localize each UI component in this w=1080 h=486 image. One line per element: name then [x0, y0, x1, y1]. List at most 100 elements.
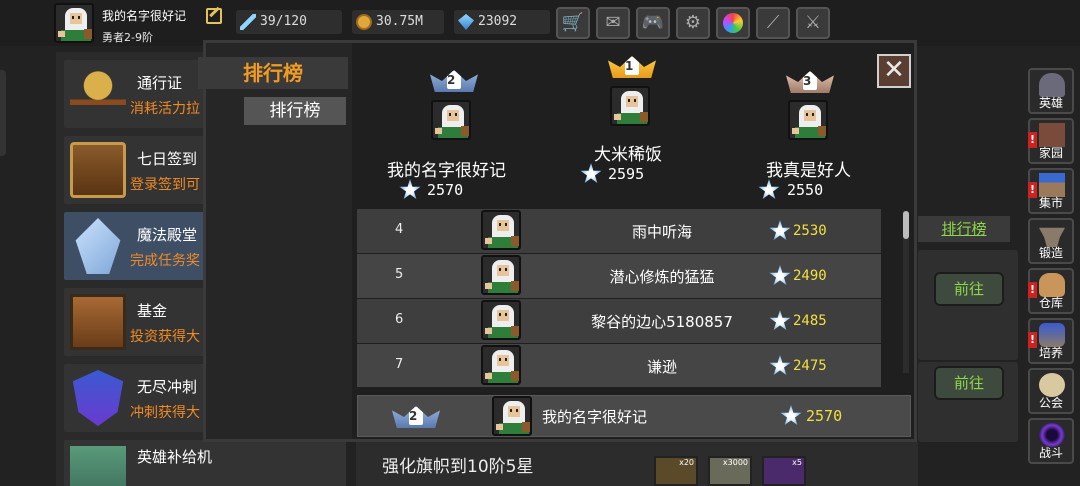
- side-menu-guild[interactable]: 公会: [1028, 368, 1074, 414]
- podium-score-2: 2570: [427, 181, 464, 199]
- color-wheel-button[interactable]: [716, 7, 750, 39]
- ranking-list[interactable]: 4 雨中听海 2530 5 潜心修炼的猛猛 2490 6 黎谷的边心518085…: [357, 209, 881, 387]
- shop-button[interactable]: 🛒: [556, 7, 590, 39]
- side-menu-forge[interactable]: 锻造: [1028, 218, 1074, 264]
- activity-desc: 消耗活力拉: [130, 101, 200, 117]
- chalice-icon: [70, 66, 126, 122]
- side-menu-label: 英雄: [1038, 96, 1063, 110]
- activity-item-supply[interactable]: 英雄补给机: [64, 440, 346, 486]
- my-score: 2570: [806, 407, 843, 425]
- close-icon: ✕: [883, 55, 905, 85]
- row-rank: 5: [395, 267, 404, 282]
- crossed-swords-icon: ⚔: [804, 12, 822, 33]
- rank-2-crown-icon: 2: [430, 70, 478, 92]
- ranking-row[interactable]: 5 潜心修炼的猛猛 2490: [357, 254, 881, 298]
- gold-stat: 30.75M: [352, 10, 444, 34]
- reward-item[interactable]: x3000: [708, 456, 752, 486]
- side-menu-hero[interactable]: 英雄: [1028, 68, 1074, 114]
- trophy-star-icon: [769, 310, 791, 331]
- gem-icon: [458, 14, 474, 30]
- crown-number: 2: [409, 407, 423, 425]
- gamepad-button[interactable]: 🎮: [636, 7, 670, 39]
- rank-1-crown-icon: 1: [608, 56, 656, 78]
- row-avatar[interactable]: [481, 210, 521, 250]
- crown-number: 3: [803, 72, 817, 90]
- reward-count: x5: [792, 458, 802, 467]
- row-name: 雨中听海: [631, 223, 692, 241]
- trophy-star-icon: [769, 220, 791, 241]
- right-ranking-tab[interactable]: 排行榜: [918, 216, 1010, 242]
- podium-name-3: 我真是好人: [766, 161, 851, 181]
- podium-avatar-2[interactable]: [431, 100, 471, 140]
- activity-title: 无尽冲刺: [137, 378, 198, 396]
- leaderboard-dialog: 排行榜 排行榜 ✕ 2 我的名字很好记 2570 1 大米稀饭 2595 3 我…: [198, 40, 917, 442]
- coin-chest-icon: [70, 294, 126, 350]
- player-avatar[interactable]: [54, 3, 94, 43]
- side-menu-label: 培养: [1038, 346, 1063, 360]
- activity-title: 基金: [137, 302, 168, 320]
- go-button[interactable]: 前往: [934, 272, 1004, 306]
- podium-avatar-1[interactable]: [610, 86, 650, 126]
- side-menu-label: 锻造: [1038, 246, 1063, 260]
- activity-title: 魔法殿堂: [137, 226, 198, 244]
- battle-button[interactable]: ⚔: [796, 7, 830, 39]
- ranking-row[interactable]: 4 雨中听海 2530: [357, 209, 881, 253]
- row-avatar[interactable]: [481, 345, 521, 385]
- side-menu-warehouse[interactable]: ! 仓库: [1028, 268, 1074, 314]
- side-menu-battle[interactable]: 战斗: [1028, 418, 1074, 464]
- gold-coin-icon: [356, 14, 372, 30]
- gamepad-icon: 🎮: [641, 12, 665, 33]
- tab-ranking[interactable]: 排行榜: [244, 97, 346, 125]
- close-button[interactable]: ✕: [877, 54, 911, 88]
- energy-stat: 39/120: [236, 10, 342, 34]
- row-avatar[interactable]: [481, 255, 521, 295]
- color-wheel-icon: [723, 13, 743, 33]
- mail-button[interactable]: ✉: [596, 7, 630, 39]
- reward-count: x3000: [722, 458, 748, 467]
- row-name: 谦逊: [646, 358, 677, 376]
- supply-machine-icon: [70, 446, 126, 486]
- reward-item[interactable]: x5: [762, 456, 806, 486]
- activity-desc: 完成任务奖: [130, 253, 200, 269]
- side-menu-label: 公会: [1038, 396, 1063, 410]
- task-text: 强化旗帜到10阶5星: [382, 457, 534, 477]
- gold-value: 30.75M: [376, 14, 423, 29]
- ranking-row[interactable]: 6 黎谷的边心5180857 2485: [357, 299, 881, 343]
- sword-icon: ⟋: [766, 12, 780, 33]
- podium-name-1: 大米稀饭: [594, 145, 662, 165]
- row-score: 2490: [793, 268, 827, 284]
- list-scrollbar[interactable]: [903, 211, 909, 373]
- row-rank: 4: [395, 222, 404, 237]
- side-menu-market[interactable]: ! 集市: [1028, 168, 1074, 214]
- gear-icon: ⚙: [684, 12, 702, 33]
- side-menu-label: 家园: [1038, 146, 1063, 160]
- settings-button[interactable]: ⚙: [676, 7, 710, 39]
- left-edge-handle[interactable]: [0, 70, 6, 156]
- trophy-star-icon: [769, 265, 791, 286]
- my-avatar[interactable]: [492, 396, 532, 436]
- sword-button[interactable]: ⟋: [756, 7, 790, 39]
- reward-item[interactable]: x20: [654, 456, 698, 486]
- trophy-star-icon: [769, 355, 791, 376]
- tab-ranking-header[interactable]: 排行榜: [198, 57, 348, 89]
- row-avatar[interactable]: [481, 300, 521, 340]
- ranking-row[interactable]: 7 谦逊 2475: [357, 344, 881, 387]
- reward-count: x20: [679, 458, 694, 467]
- rank-2-crown-icon: 2: [392, 406, 440, 428]
- mail-icon: ✉: [605, 12, 621, 33]
- edit-name-icon[interactable]: [206, 8, 222, 24]
- game-screen: { "player": { "name": "我的名字很好记", "rank":…: [0, 0, 1080, 486]
- my-rank-row: 2 我的名字很好记 2570: [357, 395, 911, 437]
- activity-desc: 投资获得大: [130, 329, 200, 345]
- side-menu-label: 仓库: [1038, 296, 1063, 310]
- go-button[interactable]: 前往: [934, 366, 1004, 400]
- side-menu-label: 战斗: [1038, 446, 1063, 460]
- crown-number: 2: [447, 71, 461, 89]
- row-rank: 7: [395, 357, 404, 372]
- scrollbar-thumb[interactable]: [903, 211, 909, 239]
- leaderboard-sidebar: 排行榜 排行榜: [198, 43, 352, 439]
- side-menu-train[interactable]: ! 培养: [1028, 318, 1074, 364]
- podium-avatar-3[interactable]: [788, 100, 828, 140]
- side-menu-home[interactable]: ! 家园: [1028, 118, 1074, 164]
- my-name: 我的名字很好记: [542, 408, 648, 426]
